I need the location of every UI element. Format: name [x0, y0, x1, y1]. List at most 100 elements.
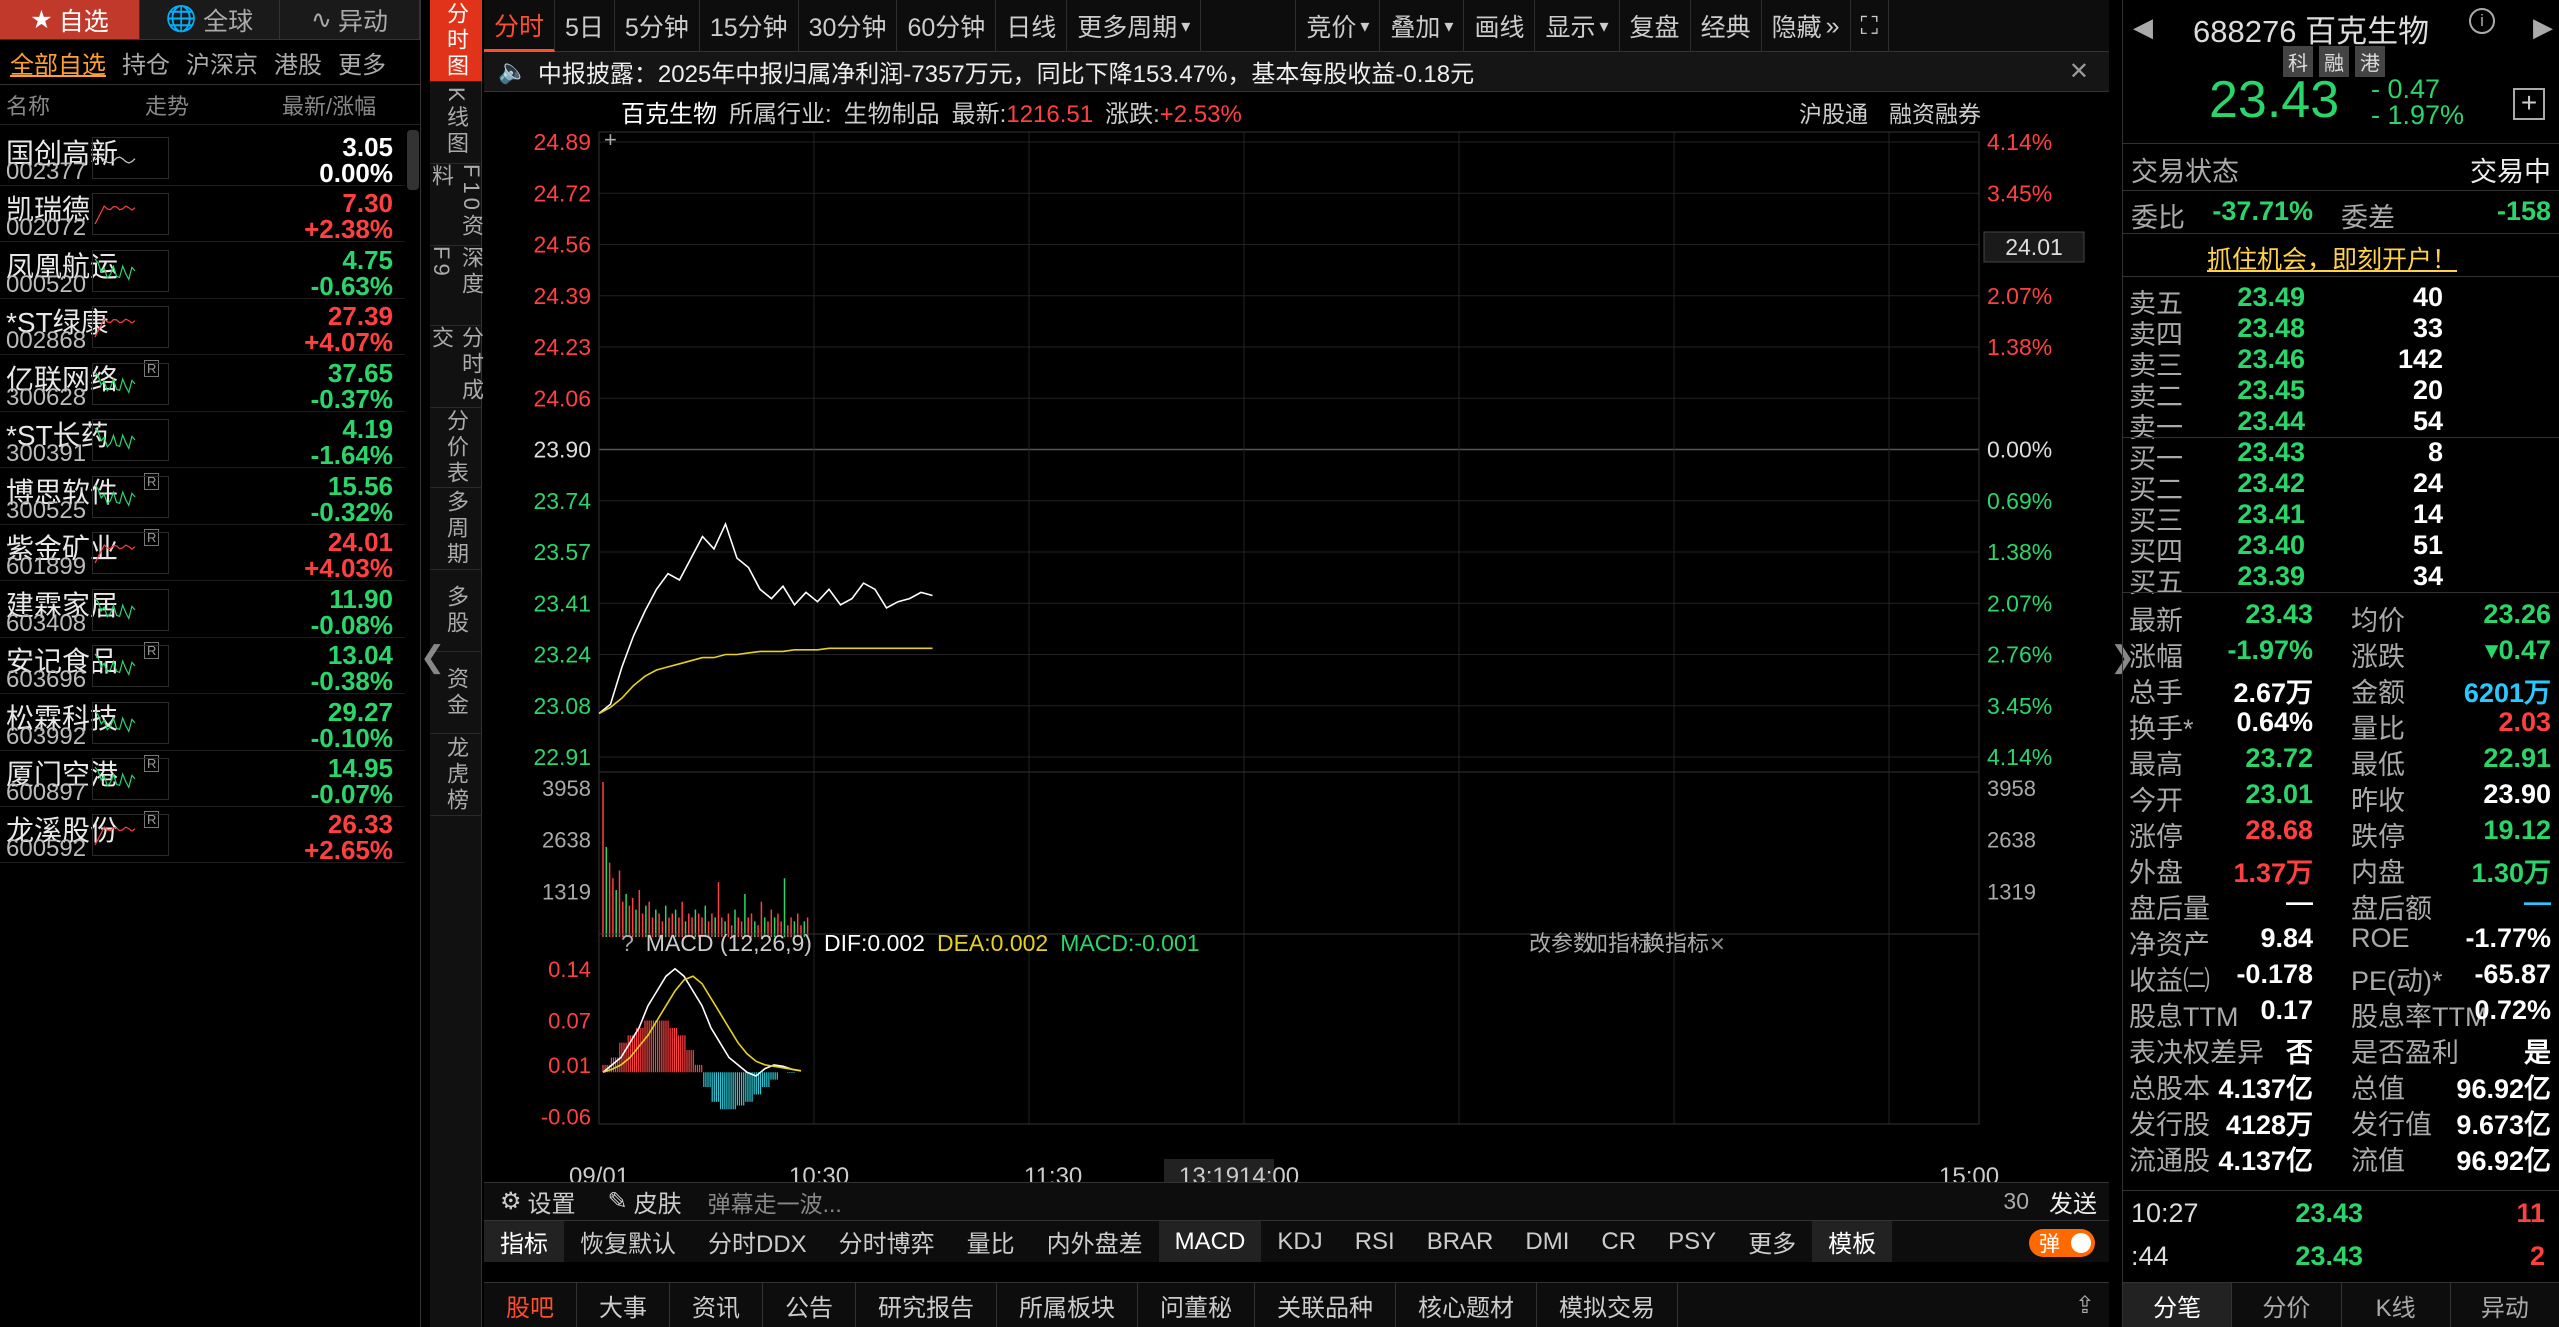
- subtab-hk[interactable]: 港股: [274, 45, 322, 80]
- export-icon[interactable]: ⇪: [2075, 1291, 2095, 1320]
- settings-button[interactable]: ⚙ 设置: [484, 1183, 592, 1220]
- order-level-price[interactable]: 23.41: [2183, 499, 2305, 530]
- skin-button[interactable]: ✎ 皮肤: [592, 1183, 698, 1220]
- news-tab-4[interactable]: 研究报告: [856, 1283, 997, 1327]
- danmu-toggle[interactable]: 弹: [2029, 1229, 2095, 1257]
- order-level-price[interactable]: 23.40: [2183, 530, 2305, 561]
- tab-zixuan[interactable]: ★ 自选: [0, 0, 140, 39]
- period-button-8[interactable]: 竞价 ▾: [1296, 0, 1381, 52]
- stock-row[interactable]: 凯瑞德 002072 7.30 +2.38%: [0, 186, 405, 244]
- period-button-7[interactable]: 更多周期 ▾: [1067, 0, 1202, 52]
- news-tab-3[interactable]: 公告: [763, 1283, 856, 1327]
- indicator-tab-11[interactable]: CR: [1585, 1221, 1652, 1262]
- news-tab-8[interactable]: 核心题材: [1396, 1283, 1537, 1327]
- intraday-chart[interactable]: 百克生物 所属行业: 生物制品 最新:1216.51 涨跌:+2.53% 沪股通 融资融券 2…: [484, 92, 2109, 1184]
- period-button-6[interactable]: 日线: [996, 0, 1068, 52]
- tab-global[interactable]: 🌐 全球: [140, 0, 280, 39]
- notice-text[interactable]: 中报披露：2025年中报归属净利润-7357万元，同比下降153.47%，基本每…: [538, 54, 1474, 89]
- subtab-more[interactable]: 更多: [338, 45, 386, 80]
- view-tab-1[interactable]: K线图: [430, 82, 482, 164]
- danmu-input[interactable]: 弹幕走一波...: [708, 1185, 1708, 1219]
- period-button-4[interactable]: 30分钟: [799, 0, 898, 52]
- view-tab-5[interactable]: 分价表: [430, 408, 482, 488]
- period-button-5[interactable]: 60分钟: [897, 0, 997, 52]
- period-button-10[interactable]: 画线: [1464, 0, 1536, 52]
- news-tab-2[interactable]: 资讯: [670, 1283, 763, 1327]
- period-button-13[interactable]: 经典: [1691, 0, 1762, 52]
- view-tab-9[interactable]: 龙虎榜: [430, 734, 482, 816]
- period-button-12[interactable]: 复盘: [1620, 0, 1691, 52]
- news-tab-6[interactable]: 问董秘: [1138, 1283, 1255, 1327]
- indicator-tab-13[interactable]: 更多: [1732, 1221, 1812, 1262]
- close-icon[interactable]: ✕: [2069, 57, 2089, 86]
- send-button[interactable]: 发送: [2049, 1184, 2097, 1219]
- news-tab-9[interactable]: 模拟交易: [1537, 1283, 1678, 1327]
- indicator-tab-2[interactable]: 分时DDX: [692, 1221, 823, 1262]
- scrollbar[interactable]: [407, 130, 419, 190]
- order-level-price[interactable]: 23.49: [2183, 282, 2305, 313]
- indicator-tab-1[interactable]: 恢复默认: [564, 1221, 692, 1262]
- fullscreen-icon[interactable]: ⛶: [1851, 0, 1890, 52]
- view-tab-3[interactable]: 深度F9: [429, 246, 484, 326]
- col-price[interactable]: 最新/涨幅: [282, 89, 376, 121]
- stock-row[interactable]: 亿联网络 R 300628 37.65 -0.37%: [0, 356, 405, 414]
- indicator-tab-5[interactable]: 内外盘差: [1031, 1221, 1159, 1262]
- news-tab-0[interactable]: 股吧: [484, 1283, 577, 1327]
- order-level-price[interactable]: 23.42: [2183, 468, 2305, 499]
- order-level-price[interactable]: 23.43: [2183, 437, 2305, 468]
- stock-row[interactable]: *ST长药 300391 4.19 -1.64%: [0, 412, 405, 470]
- order-level-price[interactable]: 23.45: [2183, 375, 2305, 406]
- quote-tab-0[interactable]: 分笔: [2123, 1283, 2233, 1327]
- stock-row[interactable]: 紫金矿业 R 601899 24.01 +4.03%: [0, 525, 405, 583]
- stock-row[interactable]: 厦门空港 R 600897 14.95 -0.07%: [0, 751, 405, 809]
- stock-row[interactable]: 建霖家居 603408 11.90 -0.08%: [0, 582, 405, 640]
- stock-row[interactable]: *ST绿康 002868 27.39 +4.07%: [0, 299, 405, 357]
- news-tab-7[interactable]: 关联品种: [1255, 1283, 1396, 1327]
- subtab-holdings[interactable]: 持仓: [122, 45, 170, 80]
- view-tab-6[interactable]: 多周期: [430, 488, 482, 570]
- col-name[interactable]: 名称: [6, 89, 50, 121]
- margin-link[interactable]: 融资融券: [1889, 101, 1981, 127]
- stock-row[interactable]: 凤凰航运 000520 4.75 -0.63%: [0, 243, 405, 301]
- add-watchlist-button[interactable]: +: [2513, 88, 2545, 120]
- stock-row[interactable]: 博思软件 R 300525 15.56 -0.32%: [0, 469, 405, 527]
- period-button-0[interactable]: 分时: [484, 0, 556, 52]
- quote-tab-2[interactable]: K线: [2341, 1283, 2451, 1327]
- hgt-link[interactable]: 沪股通: [1799, 101, 1868, 127]
- indicator-tab-6[interactable]: MACD: [1158, 1221, 1262, 1262]
- subtab-hsj[interactable]: 沪深京: [186, 45, 258, 80]
- period-button-9[interactable]: 叠加 ▾: [1380, 0, 1465, 52]
- macd-link-2[interactable]: 换指标: [1643, 931, 1709, 956]
- indicator-tab-10[interactable]: DMI: [1509, 1221, 1585, 1262]
- indicator-tab-0[interactable]: 指标: [484, 1221, 564, 1262]
- news-tab-1[interactable]: 大事: [577, 1283, 670, 1327]
- indicator-tab-7[interactable]: KDJ: [1261, 1221, 1338, 1262]
- stock-row[interactable]: 龙溪股份 R 600592 26.33 +2.65%: [0, 807, 405, 865]
- quote-tab-3[interactable]: 异动: [2450, 1283, 2559, 1327]
- period-button-14[interactable]: 隐藏»: [1762, 0, 1851, 52]
- order-level-price[interactable]: 23.39: [2183, 561, 2305, 592]
- indicator-tab-8[interactable]: RSI: [1339, 1221, 1411, 1262]
- order-level-price[interactable]: 23.48: [2183, 313, 2305, 344]
- view-tab-0[interactable]: 分时图: [430, 0, 482, 82]
- prev-stock-arrow[interactable]: ◀: [2133, 12, 2153, 43]
- collapse-left-arrow[interactable]: ❮: [420, 640, 445, 675]
- stock-row[interactable]: 安记食品 R 603696 13.04 -0.38%: [0, 638, 405, 696]
- news-tab-5[interactable]: 所属板块: [997, 1283, 1138, 1327]
- order-level-price[interactable]: 23.44: [2183, 406, 2305, 437]
- period-button-11[interactable]: 显示 ▾: [1535, 0, 1620, 52]
- order-level-price[interactable]: 23.46: [2183, 344, 2305, 375]
- info-icon[interactable]: i: [2469, 8, 2495, 34]
- close-icon[interactable]: ✕: [1709, 934, 1726, 956]
- period-button-2[interactable]: 5分钟: [615, 0, 700, 52]
- indicator-tab-14[interactable]: 模板: [1812, 1221, 1893, 1262]
- quote-tab-1[interactable]: 分价: [2232, 1283, 2342, 1327]
- open-account-link[interactable]: 抓住机会，即刻开户！: [2207, 240, 2457, 276]
- indicator-tab-3[interactable]: 分时博弈: [823, 1221, 951, 1262]
- subtab-all[interactable]: 全部自选: [10, 45, 106, 80]
- indicator-tab-9[interactable]: BRAR: [1411, 1221, 1510, 1262]
- tab-yidong[interactable]: ∿ 异动: [280, 0, 420, 39]
- stock-row[interactable]: 国创高新 002377 3.05 0.00%: [0, 130, 405, 188]
- period-button-1[interactable]: 5日: [555, 0, 615, 52]
- period-button-3[interactable]: 15分钟: [700, 0, 799, 52]
